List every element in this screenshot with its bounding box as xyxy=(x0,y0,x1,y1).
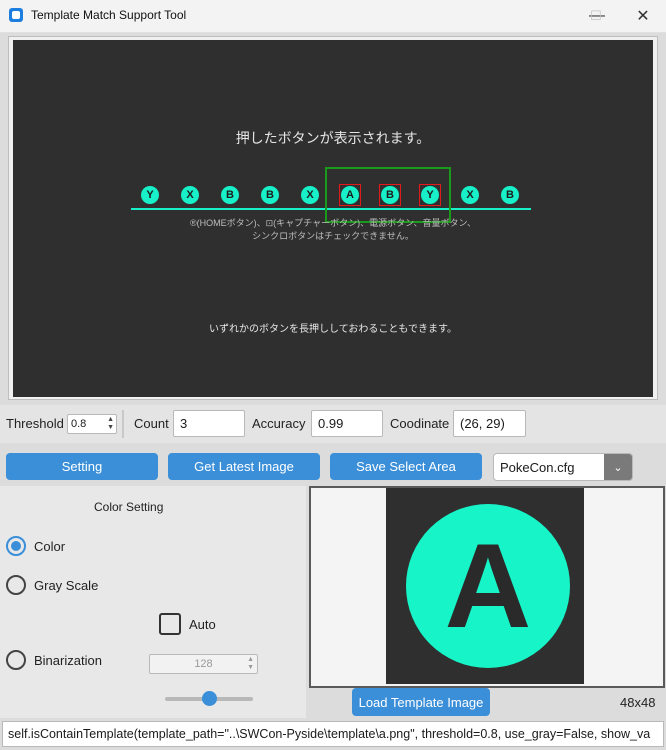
color-setting-panel xyxy=(0,486,306,718)
gray-scale-radio[interactable] xyxy=(6,575,26,595)
threshold-spinbox[interactable]: 0.8 ▲ ▼ xyxy=(67,414,117,434)
binarization-value: 128 xyxy=(194,658,213,670)
auto-checkbox[interactable] xyxy=(159,613,181,635)
maximize-icon: ☐ xyxy=(590,8,602,23)
preview-note-2: シンクロボタンはチェックできません。 xyxy=(252,231,414,241)
count-field[interactable]: 3 xyxy=(173,410,245,437)
binarization-slider-thumb[interactable] xyxy=(202,691,217,706)
color-radio-label: Color xyxy=(34,539,66,554)
load-template-image-button[interactable]: Load Template Image xyxy=(352,688,490,716)
divider xyxy=(122,410,124,438)
spin-up-icon[interactable]: ▲ xyxy=(107,416,114,424)
config-dropdown[interactable]: PokeCon.cfg ⌄ xyxy=(493,453,633,481)
preview-footer: いずれかのボタンを長押ししておわることもできます。 xyxy=(209,324,457,335)
setting-button[interactable]: Setting xyxy=(6,453,158,480)
controller-button: B xyxy=(501,186,519,204)
binarization-spinbox[interactable]: 128 ▲ ▼ xyxy=(149,654,258,674)
app-icon xyxy=(9,8,23,22)
coordinate-field[interactable]: (26, 29) xyxy=(453,410,526,437)
accuracy-label: Accuracy xyxy=(252,416,306,431)
save-select-area-button[interactable]: Save Select Area xyxy=(330,453,482,480)
color-setting-title: Color Setting xyxy=(94,500,164,514)
threshold-value: 0.8 xyxy=(71,418,87,430)
code-output[interactable]: self.isContainTemplate(template_path="..… xyxy=(2,721,664,747)
controller-button: B xyxy=(261,186,279,204)
template-size-label: 48x48 xyxy=(620,695,656,710)
window-title: Template Match Support Tool xyxy=(31,8,187,22)
close-button[interactable]: ✕ xyxy=(620,0,666,32)
accuracy-field[interactable]: 0.99 xyxy=(311,410,383,437)
controller-button: Y xyxy=(141,186,159,204)
preview-note-1: ®(HOMEボタン)、⊡(キャプチャーボタン)、電源ボタン、音量ボタン、 xyxy=(190,218,476,228)
spin-down-icon[interactable]: ▼ xyxy=(107,424,114,432)
template-letter: A xyxy=(444,519,532,653)
chevron-down-icon[interactable]: ⌄ xyxy=(604,454,632,480)
get-latest-image-button[interactable]: Get Latest Image xyxy=(168,453,320,480)
controller-button: X xyxy=(461,186,479,204)
controller-button: X xyxy=(301,186,319,204)
template-image: A xyxy=(386,488,584,684)
gray-scale-label: Gray Scale xyxy=(34,578,99,593)
color-radio[interactable] xyxy=(6,536,26,556)
binarization-label: Binarization xyxy=(34,653,102,668)
auto-label: Auto xyxy=(189,617,216,632)
binarization-radio[interactable] xyxy=(6,650,26,670)
spin-down-icon[interactable]: ▼ xyxy=(247,664,254,672)
coordinate-label: Coodinate xyxy=(390,416,450,431)
controller-button: B xyxy=(221,186,239,204)
template-button-a: A xyxy=(406,504,570,668)
threshold-label: Threshold xyxy=(6,416,64,431)
controller-button: X xyxy=(181,186,199,204)
count-label: Count xyxy=(134,416,169,431)
code-output-text: self.isContainTemplate(template_path="..… xyxy=(8,727,651,741)
camera-preview[interactable]: 押したボタンが表示されます。 YXBBXABYXB ®(HOMEボタン)、⊡(キ… xyxy=(13,40,653,397)
config-selected: PokeCon.cfg xyxy=(500,459,575,475)
preview-heading: 押したボタンが表示されます。 xyxy=(235,130,431,146)
spin-up-icon[interactable]: ▲ xyxy=(247,656,254,664)
selection-rectangle[interactable] xyxy=(325,167,451,223)
